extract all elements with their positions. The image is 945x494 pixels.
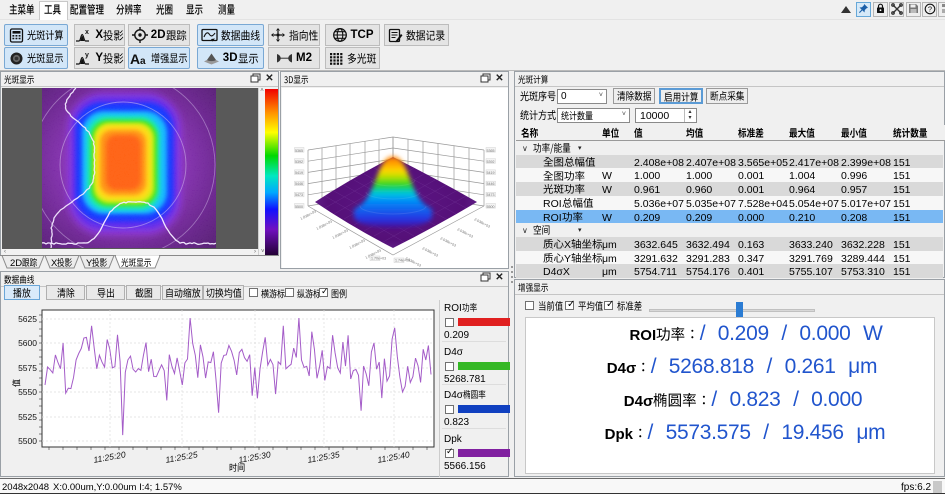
svg-text:5500: 5500 bbox=[295, 205, 303, 209]
svg-text:11:25:20: 11:25:20 bbox=[93, 449, 127, 465]
svg-text:a: a bbox=[140, 56, 146, 65]
svg-text:5473: 5473 bbox=[487, 193, 495, 197]
svg-text:5550: 5550 bbox=[18, 387, 37, 397]
svg-text:?: ? bbox=[927, 5, 931, 14]
svg-text:y: y bbox=[85, 52, 89, 59]
svg-text:5525: 5525 bbox=[18, 412, 37, 422]
svg-text:A: A bbox=[130, 52, 140, 65]
svg-text:2.038e+03: 2.038e+03 bbox=[474, 217, 491, 228]
svg-text:1.038e+03: 1.038e+03 bbox=[332, 229, 349, 240]
svg-text:5365: 5365 bbox=[487, 149, 495, 153]
svg-text:11:25:40: 11:25:40 bbox=[377, 449, 411, 465]
svg-text:1.038e+03: 1.038e+03 bbox=[349, 239, 366, 250]
svg-text:5473: 5473 bbox=[295, 193, 303, 197]
svg-text:5500: 5500 bbox=[487, 205, 495, 209]
svg-text:x: x bbox=[85, 29, 89, 36]
svg-text:5575: 5575 bbox=[18, 363, 37, 373]
svg-text:5419: 5419 bbox=[487, 171, 495, 175]
svg-text:1.70e+03: 1.70e+03 bbox=[371, 257, 386, 261]
svg-text:1.038e+03: 1.038e+03 bbox=[300, 210, 317, 221]
svg-text:2.038e+03: 2.038e+03 bbox=[440, 236, 457, 247]
svg-text:5625: 5625 bbox=[18, 314, 37, 324]
svg-text:1.038e+03: 1.038e+03 bbox=[316, 220, 333, 231]
svg-text:5446: 5446 bbox=[487, 182, 495, 186]
svg-text:5392: 5392 bbox=[295, 160, 303, 164]
svg-text:2.038e+03: 2.038e+03 bbox=[422, 246, 439, 257]
svg-text:11:25:25: 11:25:25 bbox=[165, 449, 199, 465]
svg-text:5365: 5365 bbox=[295, 149, 303, 153]
svg-text:5500: 5500 bbox=[18, 436, 37, 446]
svg-text:11:25:35: 11:25:35 bbox=[307, 449, 341, 465]
svg-text:5600: 5600 bbox=[18, 338, 37, 348]
svg-text:1.74e+03: 1.74e+03 bbox=[395, 259, 410, 263]
svg-text:5419: 5419 bbox=[295, 171, 303, 175]
svg-text:2.038e+03: 2.038e+03 bbox=[457, 227, 474, 238]
svg-text:5392: 5392 bbox=[487, 160, 495, 164]
svg-text:5446: 5446 bbox=[295, 182, 303, 186]
